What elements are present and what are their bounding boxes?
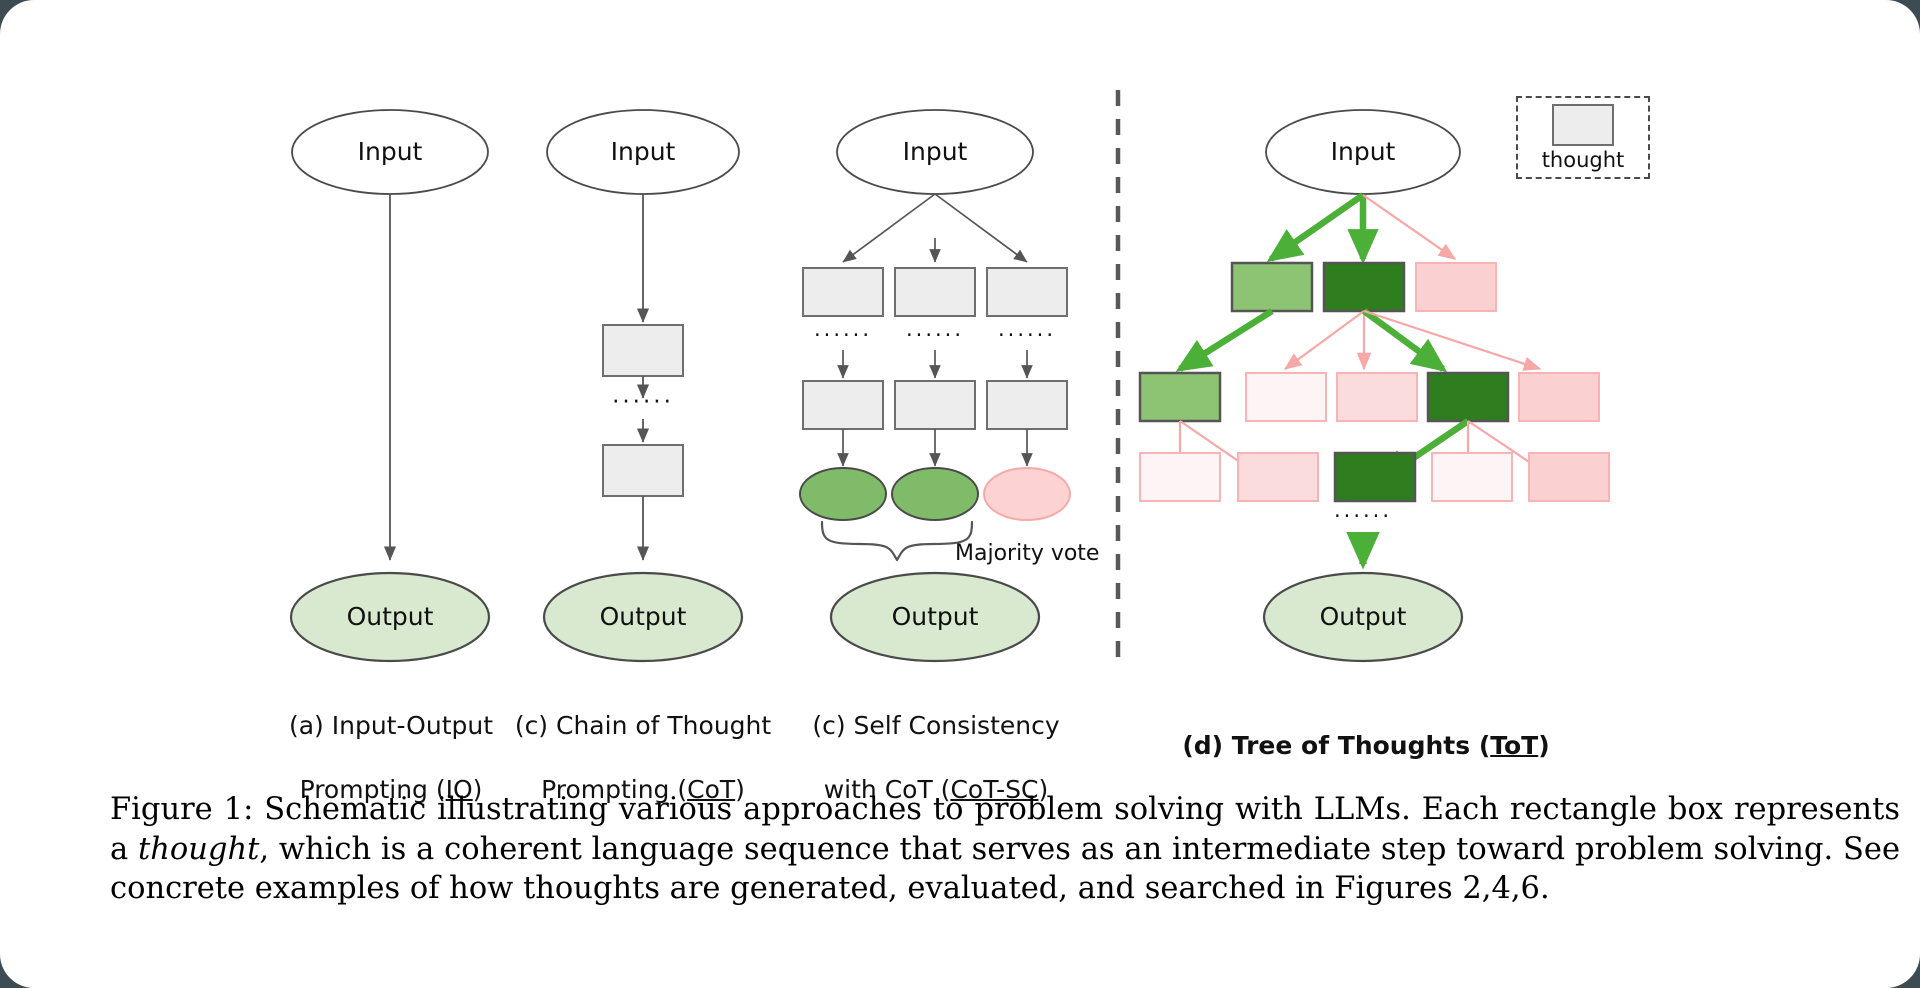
tot-thought-l2-2 bbox=[1245, 372, 1327, 422]
majority-vote-label: Majority vote bbox=[955, 541, 1100, 566]
cotsc-vote-node-1 bbox=[799, 467, 887, 521]
thought-legend-label: thought bbox=[1541, 147, 1625, 172]
io-input-label: Input bbox=[358, 137, 423, 166]
tot-thought-l2-4 bbox=[1426, 371, 1510, 423]
tot-input-label: Input bbox=[1331, 137, 1396, 166]
tot-edge-l1-1-l2-1 bbox=[1175, 308, 1274, 372]
caption-cotsc: (c) Self Consistency with CoT (CoT-SC) bbox=[802, 678, 1070, 806]
caption-suffix: , which is a coherent language sequence … bbox=[110, 831, 1900, 907]
cotsc-thought-box-2-2 bbox=[894, 380, 976, 430]
caption-italic-thought: thought bbox=[138, 831, 260, 867]
cotsc-column-diagram: Input ······ ······ ······ Output bbox=[799, 109, 1071, 663]
tot-thought-l3-4 bbox=[1431, 452, 1513, 502]
cot-thought-box-1 bbox=[602, 324, 684, 377]
tot-thought-l3-2 bbox=[1237, 452, 1319, 502]
tot-edge-l1-2-l2-5 bbox=[1363, 309, 1542, 371]
cotsc-edge-input-branch-right bbox=[934, 193, 1028, 263]
io-column-diagram: Input Output bbox=[289, 109, 491, 663]
tot-thought-l2-3 bbox=[1336, 372, 1418, 422]
cot-output-label: Output bbox=[600, 602, 687, 631]
cotsc-thought-box-1-2 bbox=[802, 380, 884, 430]
cotsc-edge-input-branch-left bbox=[842, 193, 936, 263]
cotsc-majority-brace bbox=[820, 520, 974, 562]
caption-cot-line1: (c) Chain of Thought bbox=[514, 711, 772, 740]
cotsc-vote-node-2 bbox=[891, 467, 979, 521]
tot-thought-l1-3 bbox=[1415, 262, 1497, 312]
figure-caption: Figure 1: Schematic illustrating various… bbox=[110, 790, 1900, 909]
cot-ellipsis: ······ bbox=[612, 389, 674, 415]
tot-output-label: Output bbox=[1320, 602, 1407, 631]
figure-page: Input Output Input ······ Output Input ·… bbox=[0, 0, 1920, 988]
tot-thought-l2-1 bbox=[1138, 371, 1222, 423]
caption-cot: (c) Chain of Thought Prompting (CoT) bbox=[512, 678, 774, 806]
caption-io-line1: (a) Input-Output bbox=[288, 711, 494, 740]
tot-thought-l1-2 bbox=[1322, 261, 1406, 313]
cotsc-input-label: Input bbox=[903, 137, 968, 166]
tot-column-diagram: Input ······ Output bbox=[1138, 109, 1610, 663]
tot-edge-l1-2-l2-4 bbox=[1362, 308, 1448, 373]
cotsc-ellipsis-3: ······ bbox=[998, 323, 1056, 347]
caption-io: (a) Input-Output Prompting (IO) bbox=[268, 678, 514, 806]
cotsc-thought-box-1-1 bbox=[802, 267, 884, 317]
schematic-figure: Input Output Input ······ Output Input ·… bbox=[0, 0, 1920, 804]
io-output-label: Output bbox=[347, 602, 434, 631]
tot-thought-l2-5 bbox=[1518, 372, 1600, 422]
caption-cotsc-line1: (c) Self Consistency bbox=[812, 711, 1060, 740]
tot-thought-l3-1 bbox=[1139, 452, 1221, 502]
cotsc-vote-node-3 bbox=[983, 467, 1071, 521]
cotsc-thought-box-2-1 bbox=[894, 267, 976, 317]
cotsc-output-label: Output bbox=[892, 602, 979, 631]
cot-column-diagram: Input ······ Output bbox=[542, 109, 744, 663]
tot-ellipsis: ······ bbox=[1334, 504, 1392, 528]
thought-legend: thought bbox=[1516, 96, 1650, 179]
cotsc-thought-box-3-2 bbox=[986, 380, 1068, 430]
tot-edge-root-l1a bbox=[1266, 192, 1365, 262]
caption-tot-line1: (d) Tree of Thoughts (ToT) bbox=[1182, 731, 1550, 760]
tot-edge-root-l1c bbox=[1362, 194, 1457, 260]
tot-thought-l1-1 bbox=[1230, 261, 1314, 313]
cotsc-ellipsis-1: ······ bbox=[814, 323, 872, 347]
cot-input-label: Input bbox=[611, 137, 676, 166]
tot-edge-l1-2-l2-2 bbox=[1283, 310, 1365, 370]
tot-thought-l3-3 bbox=[1333, 451, 1417, 503]
cot-thought-box-2 bbox=[602, 444, 684, 497]
cotsc-ellipsis-2: ······ bbox=[906, 323, 964, 347]
tot-thought-l3-5 bbox=[1528, 452, 1610, 502]
thought-swatch-icon bbox=[1552, 103, 1614, 146]
caption-tot: (d) Tree of Thoughts (ToT) bbox=[1180, 698, 1552, 762]
cotsc-thought-box-3-1 bbox=[986, 267, 1068, 317]
